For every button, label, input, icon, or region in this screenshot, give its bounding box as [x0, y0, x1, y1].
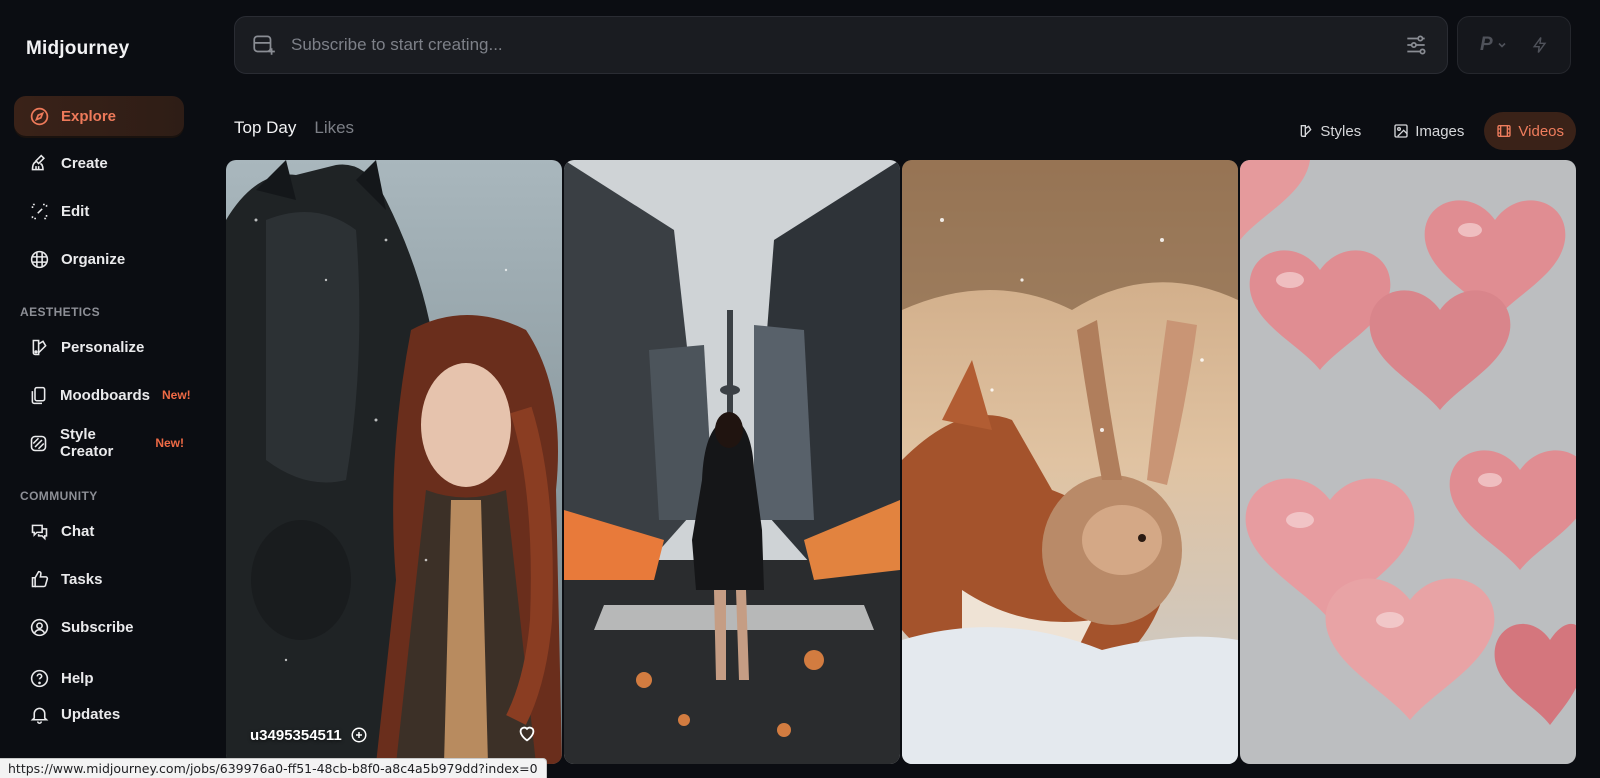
- sidebar-item-label: Help: [61, 669, 94, 687]
- heart-icon[interactable]: [516, 722, 538, 744]
- bell-icon: [28, 703, 50, 725]
- card-username[interactable]: u3495354511: [250, 726, 368, 744]
- sidebar-item-label: Edit: [61, 202, 90, 220]
- sidebar-item-label: Tasks: [61, 570, 103, 588]
- lightning-icon[interactable]: [1530, 34, 1550, 56]
- edit-frame-icon: [28, 200, 50, 222]
- sidebar-item-edit[interactable]: Edit: [14, 191, 184, 231]
- sidebar-item-label: Updates: [61, 705, 121, 723]
- grid-icon: [28, 248, 50, 270]
- brush-icon: [28, 152, 50, 174]
- media-filters: Styles Images Videos: [1286, 112, 1576, 150]
- filter-label: Videos: [1518, 122, 1564, 140]
- help-icon: [28, 667, 50, 689]
- compass-icon: [28, 105, 50, 127]
- gallery-card-woman-horse[interactable]: u3495354511: [226, 160, 562, 764]
- prompt-input[interactable]: [291, 35, 1403, 55]
- filter-videos[interactable]: Videos: [1484, 112, 1576, 150]
- sidebar-item-organize[interactable]: Organize: [14, 239, 184, 279]
- sidebar-item-explore[interactable]: Explore: [14, 96, 184, 136]
- sidebar-item-label: Moodboards: [60, 386, 150, 404]
- mode-selector[interactable]: P: [1457, 16, 1571, 74]
- gallery-image: [564, 160, 900, 764]
- style-icon: [28, 432, 49, 454]
- follow-plus-icon[interactable]: [350, 726, 368, 744]
- gallery-grid: u3495354511: [226, 160, 1580, 778]
- mode-label: P: [1480, 34, 1493, 55]
- sidebar-item-label: Organize: [61, 250, 126, 268]
- sidebar-item-label: Style Creator: [60, 426, 114, 460]
- filter-images[interactable]: Images: [1381, 112, 1476, 150]
- film-icon: [1497, 125, 1512, 137]
- settings-sliders-icon[interactable]: [1403, 32, 1429, 58]
- styles-icon: [1301, 125, 1312, 137]
- cards-icon: [28, 384, 49, 406]
- username: u3495354511: [250, 726, 342, 744]
- chat-icon: [28, 520, 50, 542]
- section-label-community: COMMUNITY: [20, 489, 98, 503]
- sidebar-item-label: Subscribe: [61, 618, 134, 636]
- feed-tabs: Top Day Likes: [234, 118, 354, 138]
- new-badge: New!: [162, 388, 191, 402]
- sidebar-item-style-creator[interactable]: Style Creator New!: [14, 423, 184, 463]
- sidebar-item-updates[interactable]: Updates: [14, 694, 184, 734]
- tab-likes[interactable]: Likes: [314, 118, 354, 138]
- chevron-down-icon: [1498, 42, 1506, 48]
- gallery-card-city[interactable]: [564, 160, 900, 764]
- sidebar-item-help[interactable]: Help: [14, 658, 184, 698]
- status-url-bar: https://www.midjourney.com/jobs/639976a0…: [0, 758, 547, 778]
- sidebar-item-subscribe[interactable]: Subscribe: [14, 607, 184, 647]
- prompt-bar: [234, 16, 1448, 74]
- filter-label: Styles: [1320, 122, 1362, 140]
- filter-label: Images: [1415, 122, 1465, 140]
- sidebar-item-label: Personalize: [61, 338, 145, 356]
- sidebar-item-label: Create: [61, 154, 108, 172]
- thumbs-up-icon: [28, 568, 50, 590]
- section-label-aesthetics: AESTHETICS: [20, 305, 101, 319]
- gallery-image: [226, 160, 562, 764]
- sidebar-item-moodboards[interactable]: Moodboards New!: [14, 375, 191, 415]
- gallery-image: [1240, 160, 1576, 764]
- add-image-icon[interactable]: [251, 32, 277, 58]
- user-circle-icon: [28, 616, 50, 638]
- image-icon: [1394, 124, 1408, 138]
- palette-icon: [28, 336, 50, 358]
- gallery-image: [902, 160, 1238, 764]
- sidebar-item-label: Chat: [61, 522, 95, 540]
- sidebar-item-create[interactable]: Create: [14, 143, 184, 183]
- filter-styles[interactable]: Styles: [1286, 112, 1373, 150]
- sidebar-item-personalize[interactable]: Personalize: [14, 327, 184, 367]
- sidebar: Midjourney Explore Create Edit Organize …: [0, 0, 216, 778]
- new-badge: New!: [155, 436, 184, 450]
- app-logo[interactable]: Midjourney: [26, 38, 129, 60]
- sidebar-item-label: Explore: [61, 107, 117, 125]
- gallery-card-fox-rabbit[interactable]: [902, 160, 1238, 764]
- tab-top-day[interactable]: Top Day: [234, 118, 296, 138]
- sidebar-item-chat[interactable]: Chat: [14, 511, 184, 551]
- sidebar-item-tasks[interactable]: Tasks: [14, 559, 184, 599]
- gallery-card-heart-balloons[interactable]: [1240, 160, 1576, 764]
